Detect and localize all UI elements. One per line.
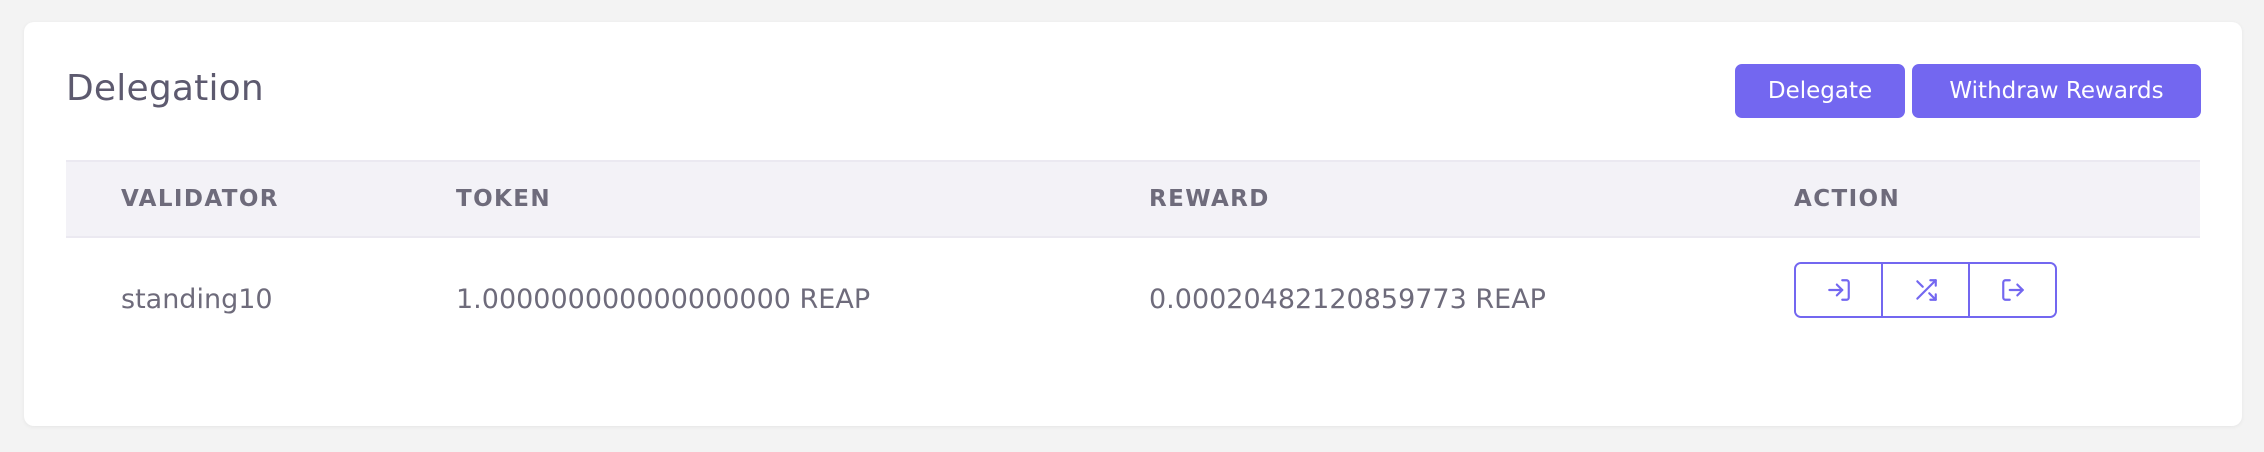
column-header-validator: VALIDATOR [121,186,279,212]
column-header-token: TOKEN [456,186,552,212]
undelegate-button[interactable] [1968,264,2055,316]
withdraw-rewards-button[interactable]: Withdraw Rewards [1912,64,2201,118]
redelegate-in-button[interactable] [1796,264,1881,316]
reward-cell: 0.00020482120859773 REAP [1149,284,1546,315]
delegate-button[interactable]: Delegate [1735,64,1905,118]
delegation-card: Delegation Delegate Withdraw Rewards VAL… [24,22,2242,426]
action-button-group [1794,262,2057,318]
card-title: Delegation [66,68,264,109]
validator-cell: standing10 [121,284,273,315]
table-header: VALIDATOR TOKEN REWARD ACTION [66,160,2200,238]
column-header-reward: REWARD [1149,186,1270,212]
log-out-icon [2001,279,2024,301]
redelegate-button[interactable] [1881,264,1968,316]
shuffle-icon [1915,279,1937,301]
log-in-icon [1827,279,1850,301]
column-header-action: ACTION [1794,186,1901,212]
token-cell: 1.000000000000000000 REAP [456,284,871,315]
